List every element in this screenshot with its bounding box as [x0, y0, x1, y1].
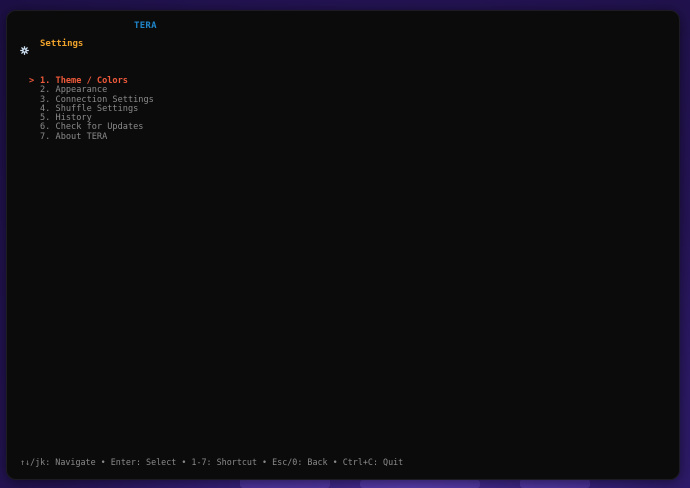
page-title: Settings — [40, 39, 84, 49]
app-title: TERA — [134, 21, 157, 31]
selection-cursor: > — [29, 76, 35, 86]
keyboard-help-bar: ↑↓/jk: Navigate • Enter: Select • 1-7: S… — [20, 457, 404, 467]
settings-header: Settings — [20, 39, 84, 55]
menu-item-label: 7. About TERA — [40, 131, 108, 142]
desktop-decoration — [360, 480, 480, 488]
menu-item-about[interactable]: 7. About TERA — [29, 131, 154, 142]
gear-icon — [20, 40, 29, 55]
desktop-decoration — [520, 479, 590, 488]
terminal-window: TERA Settings > 1. Theme / Colors 2. App… — [6, 10, 680, 480]
settings-menu: > 1. Theme / Colors 2. Appearance 3. Con… — [29, 76, 154, 142]
